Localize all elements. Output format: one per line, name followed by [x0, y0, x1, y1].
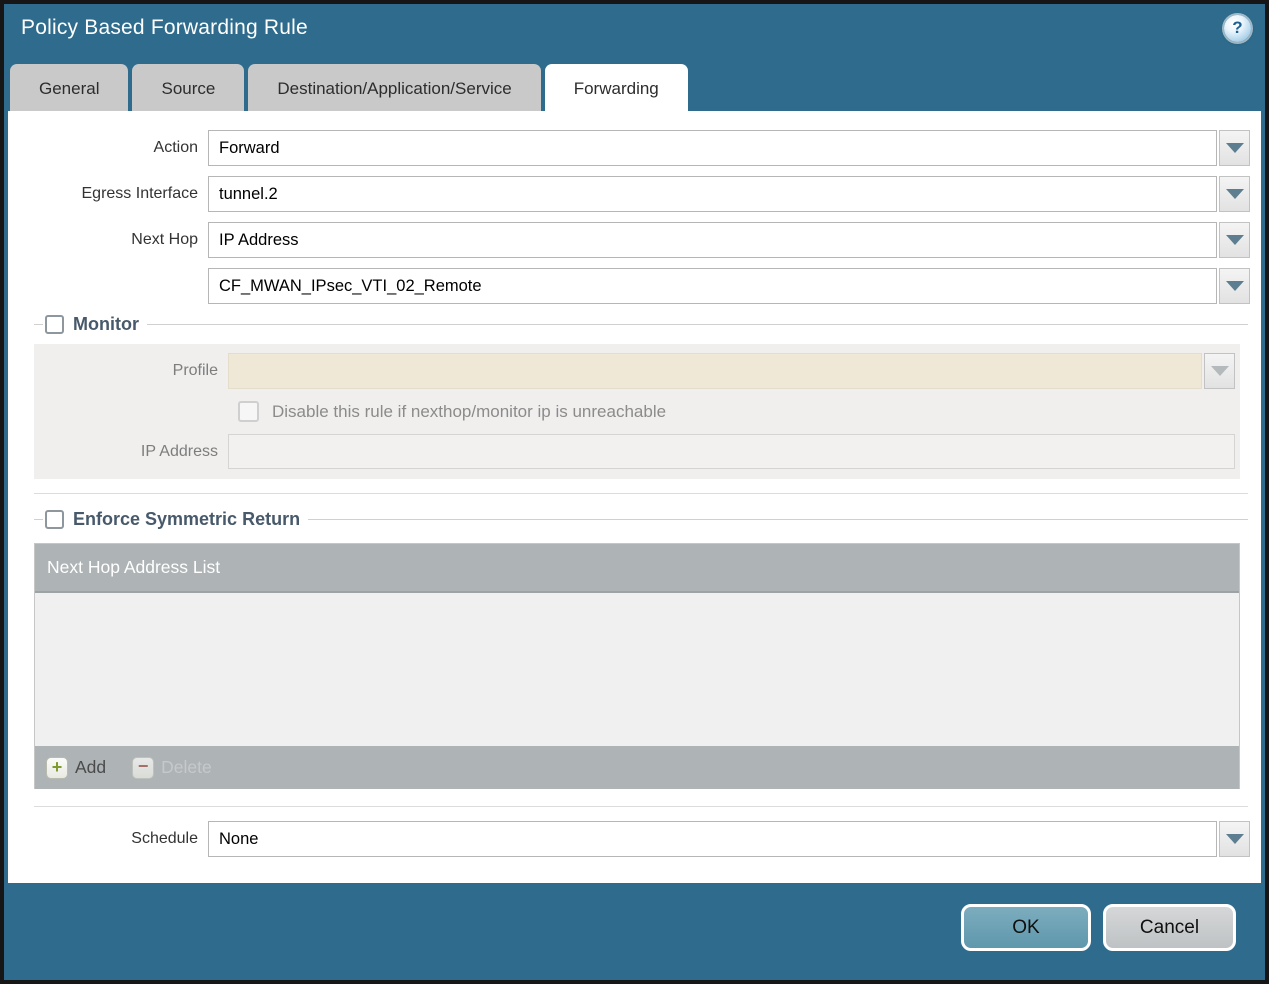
action-combo: Forward	[208, 130, 1250, 166]
disable-rule-row: Disable this rule if nexthop/monitor ip …	[238, 401, 1240, 422]
monitor-legend: Monitor	[34, 314, 1248, 335]
monitor-body: Profile Disable this rule if nexthop/mon…	[34, 344, 1240, 479]
dialog-title: Policy Based Forwarding Rule	[21, 16, 308, 39]
next-hop-address-field[interactable]: CF_MWAN_IPsec_VTI_02_Remote	[208, 268, 1217, 304]
enforce-symmetric-return-checkbox[interactable]	[45, 510, 64, 529]
chevron-down-icon	[1225, 235, 1244, 245]
disable-rule-label: Disable this rule if nexthop/monitor ip …	[272, 401, 667, 421]
symmetric-return-fieldset: Enforce Symmetric Return Next Hop Addres…	[34, 509, 1248, 807]
delete-minus-icon: −	[132, 756, 155, 779]
profile-dropdown-button	[1204, 353, 1235, 389]
forwarding-tab-panel: Action Forward Egress Interface tunnel.2	[8, 111, 1261, 883]
profile-row: Profile	[34, 353, 1240, 389]
monitor-legend-label: Monitor	[73, 314, 139, 334]
next-hop-row: Next Hop IP Address	[8, 222, 1261, 258]
next-hop-address-row: CF_MWAN_IPsec_VTI_02_Remote	[8, 268, 1261, 304]
action-label: Action	[153, 139, 198, 156]
screenshot-frame: Policy Based Forwarding Rule ? General S…	[0, 0, 1269, 984]
chevron-down-icon	[1225, 281, 1244, 291]
cancel-button[interactable]: Cancel	[1103, 904, 1236, 951]
schedule-value-field[interactable]: None	[208, 821, 1217, 857]
symmetric-return-legend: Enforce Symmetric Return	[34, 509, 1248, 530]
tab-source[interactable]: Source	[132, 64, 245, 111]
tab-destination-application-service[interactable]: Destination/Application/Service	[248, 64, 541, 111]
delete-button: − Delete	[132, 756, 212, 779]
schedule-row: Schedule None	[8, 821, 1261, 857]
next-hop-address-list-header: Next Hop Address List	[35, 544, 1239, 593]
next-hop-label: Next Hop	[131, 231, 198, 248]
ok-button[interactable]: OK	[961, 904, 1091, 951]
egress-interface-row: Egress Interface tunnel.2	[8, 176, 1261, 212]
egress-interface-label: Egress Interface	[81, 185, 199, 202]
egress-interface-combo: tunnel.2	[208, 176, 1250, 212]
action-dropdown-button[interactable]	[1219, 130, 1250, 166]
dialog-footer: OK Cancel	[4, 883, 1265, 980]
tab-bar: General Source Destination/Application/S…	[4, 64, 1265, 111]
add-button[interactable]: + Add	[46, 756, 107, 779]
action-value-field[interactable]: Forward	[208, 130, 1217, 166]
next-hop-address-combo: CF_MWAN_IPsec_VTI_02_Remote	[208, 268, 1250, 304]
chevron-down-icon	[1225, 189, 1244, 199]
monitor-ip-address-row: IP Address	[34, 434, 1240, 469]
action-row: Action Forward	[8, 130, 1261, 166]
next-hop-combo: IP Address	[208, 222, 1250, 258]
next-hop-address-list-body[interactable]	[35, 593, 1239, 746]
next-hop-type-field[interactable]: IP Address	[208, 222, 1217, 258]
chevron-down-icon	[1210, 366, 1229, 376]
egress-interface-dropdown-button[interactable]	[1219, 176, 1250, 212]
next-hop-address-dropdown-button[interactable]	[1219, 268, 1250, 304]
monitor-ip-address-field	[228, 434, 1235, 469]
chevron-down-icon	[1225, 143, 1244, 153]
profile-combo	[228, 353, 1235, 389]
chevron-down-icon	[1225, 834, 1244, 844]
egress-interface-value-field[interactable]: tunnel.2	[208, 176, 1217, 212]
tab-forwarding[interactable]: Forwarding	[544, 64, 688, 111]
delete-button-label: Delete	[161, 757, 212, 777]
add-plus-icon: +	[46, 756, 68, 779]
disable-rule-checkbox	[238, 401, 259, 422]
add-button-label: Add	[75, 757, 107, 777]
monitor-checkbox[interactable]	[45, 315, 64, 334]
dialog-titlebar: Policy Based Forwarding Rule ?	[4, 4, 1265, 52]
schedule-label: Schedule	[131, 830, 198, 847]
schedule-combo: None	[208, 821, 1250, 857]
schedule-dropdown-button[interactable]	[1219, 821, 1250, 857]
monitor-fieldset: Monitor Profile Disable this rule if nex…	[34, 314, 1248, 494]
next-hop-address-list-toolbar: + Add − Delete	[35, 746, 1239, 789]
next-hop-dropdown-button[interactable]	[1219, 222, 1250, 258]
next-hop-address-list-table: Next Hop Address List + Add − Delete	[34, 543, 1240, 789]
help-icon[interactable]: ?	[1224, 14, 1251, 42]
symmetric-return-legend-label: Enforce Symmetric Return	[73, 509, 301, 529]
tab-general[interactable]: General	[10, 64, 129, 111]
monitor-ip-address-label: IP Address	[140, 442, 218, 460]
pbf-rule-dialog: Policy Based Forwarding Rule ? General S…	[4, 4, 1265, 980]
profile-value-field	[228, 353, 1202, 389]
profile-label: Profile	[172, 362, 218, 379]
